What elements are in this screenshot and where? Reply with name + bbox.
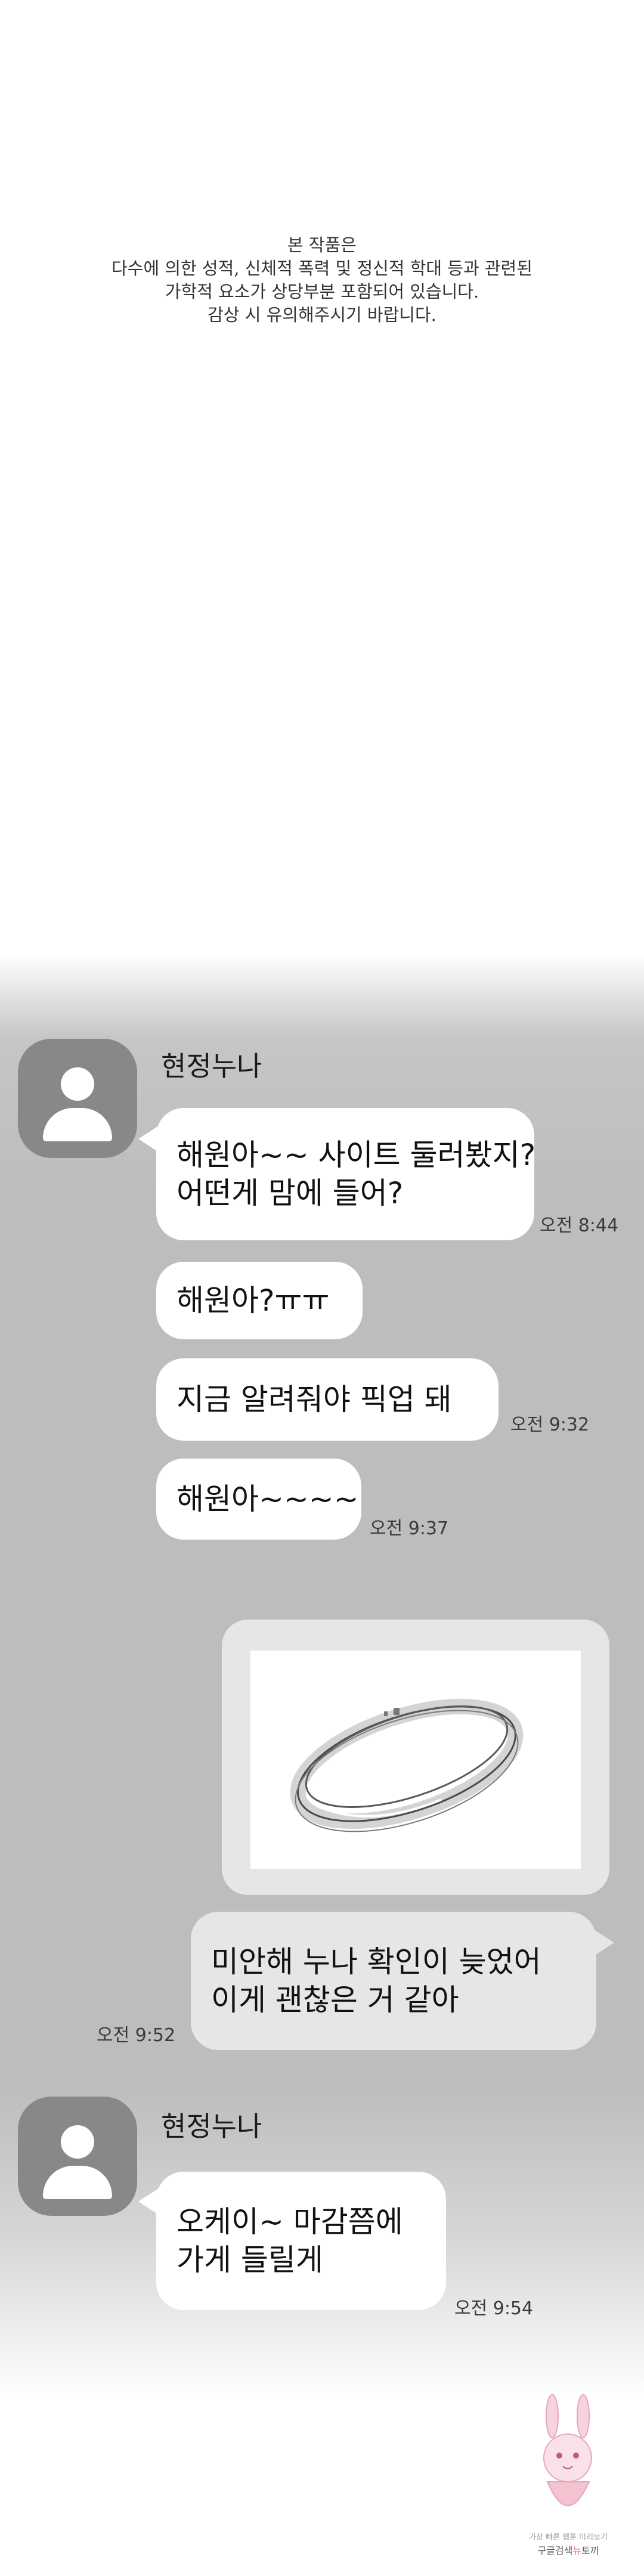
watermark-brand: 구글검색뉴토끼 <box>524 2543 613 2557</box>
image-frame <box>250 1651 581 1869</box>
watermark-brand-right: 토끼 <box>581 2545 599 2556</box>
message-bubble[interactable]: 지금 알려줘야 픽업 돼 <box>156 1358 499 1441</box>
message-bubble[interactable]: 해원아?ㅠㅠ <box>156 1262 363 1339</box>
watermark-tagline: 가장 빠른 웹툰 미리보기 <box>529 2533 608 2542</box>
sender-name: 현정누나 <box>161 2110 262 2142</box>
watermark-brand-left: 구글검색 <box>537 2545 573 2556</box>
message-text: 해원아?ㅠㅠ <box>177 1283 330 1318</box>
message-text: 해원아~~~~ <box>177 1482 359 1516</box>
message-text: 이게 괜찮은 거 같아 <box>211 1983 459 2017</box>
message-bubble[interactable]: 미안해 누나 확인이 늦었어 이게 괜찮은 거 같아 <box>191 1912 596 2050</box>
watermark: 가장 빠른 웹툰 미리보기 구글검색뉴토끼 <box>524 2392 613 2565</box>
avatar-body-icon <box>43 1108 112 1141</box>
avatar[interactable] <box>18 2097 137 2216</box>
message-text: 지금 알려줘야 픽업 돼 <box>177 1382 452 1417</box>
message-text: 가게 들릴게 <box>177 2243 323 2277</box>
warning-line: 감상 시 유의해주시기 바랍니다. <box>208 305 436 325</box>
message-time: 오전 9:52 <box>97 2025 176 2046</box>
avatar-body-icon <box>43 2166 112 2199</box>
message-text: 오케이~ 마감쯤에 <box>177 2205 403 2239</box>
avatar[interactable] <box>18 1039 137 1158</box>
avatar-head-icon <box>61 2125 94 2159</box>
message-bubble[interactable]: 해원아~~~~ <box>156 1459 361 1540</box>
content-warning: 본 작품은 다수에 의한 성적, 신체적 폭력 및 정신적 학대 등과 관련된 … <box>0 234 644 327</box>
message-time: 오전 8:44 <box>540 1215 619 1236</box>
message-bubble[interactable]: 해원아~~ 사이트 둘러봤지? 어떤게 맘에 들어? <box>156 1108 536 1240</box>
bracelet-image <box>290 1698 524 1832</box>
warning-line: 다수에 의한 성적, 신체적 폭력 및 정신적 학대 등과 관련된 <box>112 258 532 278</box>
message-time: 오전 9:54 <box>454 2298 534 2319</box>
image-message[interactable] <box>222 1620 609 1895</box>
message-text: 미안해 누나 확인이 늦었어 <box>211 1945 541 1979</box>
warning-line: 본 작품은 <box>287 235 357 255</box>
bubble-tail <box>594 1930 614 1956</box>
rabbit-mascot-icon <box>543 2394 592 2506</box>
avatar-head-icon <box>61 1067 94 1101</box>
message-time: 오전 9:37 <box>370 1518 449 1539</box>
watermark-brand-mid: 뉴 <box>572 2545 582 2556</box>
message-bubble[interactable]: 오케이~ 마감쯤에 가게 들릴게 <box>156 2172 446 2310</box>
message-text: 해원아~~ 사이트 둘러봤지? <box>177 1138 536 1172</box>
message-text: 어떤게 맘에 들어? <box>177 1176 404 1210</box>
warning-line: 가학적 요소가 상당부분 포함되어 있습니다. <box>165 281 479 302</box>
sender-name: 현정누나 <box>161 1050 262 1082</box>
bubble-tail <box>138 1126 159 1152</box>
bubble-tail <box>138 2188 159 2215</box>
message-time: 오전 9:32 <box>510 1414 590 1435</box>
